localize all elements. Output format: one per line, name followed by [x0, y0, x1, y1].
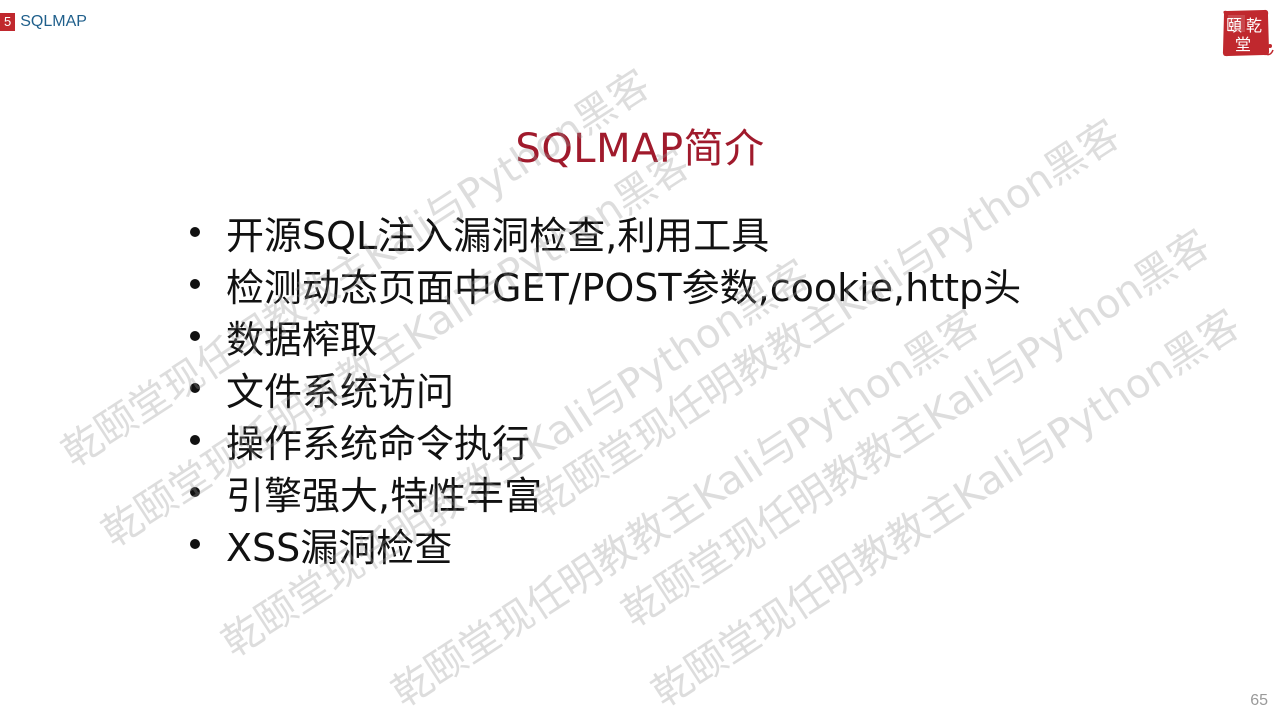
page-number: 65 [1250, 692, 1268, 709]
svg-text:乾: 乾 [1246, 16, 1262, 35]
bullet-item: 操作系统命令执行 [184, 414, 1021, 466]
bullet-dot-icon [190, 279, 200, 289]
bullet-text: 检测动态页面中GET/POST参数,cookie,http头 [226, 265, 1022, 310]
slide: 5 SQLMAP 頤 乾 堂 SQLMAP简介 开源SQL注入漏洞检查,利用工具… [0, 0, 1280, 720]
bullet-dot-icon [190, 539, 200, 549]
slide-title: SQLMAP简介 [515, 126, 765, 172]
section-tag: 5 SQLMAP [0, 11, 87, 33]
bullet-text: 引擎强大,特性丰富 [226, 473, 543, 518]
bullet-text: XSS漏洞检查 [226, 525, 453, 570]
bullet-text: 开源SQL注入漏洞检查,利用工具 [226, 213, 770, 258]
bullet-item: 检测动态页面中GET/POST参数,cookie,http头 [184, 258, 1021, 310]
bullet-dot-icon [190, 227, 200, 237]
bullet-item: 引擎强大,特性丰富 [184, 466, 1021, 518]
seal-logo-icon: 頤 乾 堂 [1218, 6, 1274, 62]
bullet-item: XSS漏洞检查 [184, 518, 1021, 570]
bullet-item: 数据榨取 [184, 310, 1021, 362]
svg-text:頤: 頤 [1226, 16, 1242, 35]
bullet-dot-icon [190, 487, 200, 497]
bullet-dot-icon [190, 435, 200, 445]
bullet-dot-icon [190, 331, 200, 341]
bullet-item: 开源SQL注入漏洞检查,利用工具 [184, 206, 1021, 258]
bullet-item: 文件系统访问 [184, 362, 1021, 414]
bullet-text: 文件系统访问 [226, 369, 455, 414]
bullet-list: 开源SQL注入漏洞检查,利用工具 检测动态页面中GET/POST参数,cooki… [184, 206, 1021, 570]
section-number-badge: 5 [0, 13, 16, 31]
bullet-text: 数据榨取 [226, 317, 379, 362]
bullet-text: 操作系统命令执行 [226, 421, 531, 466]
svg-text:堂: 堂 [1235, 35, 1251, 54]
bullet-dot-icon [190, 383, 200, 393]
section-name: SQLMAP [20, 13, 87, 30]
